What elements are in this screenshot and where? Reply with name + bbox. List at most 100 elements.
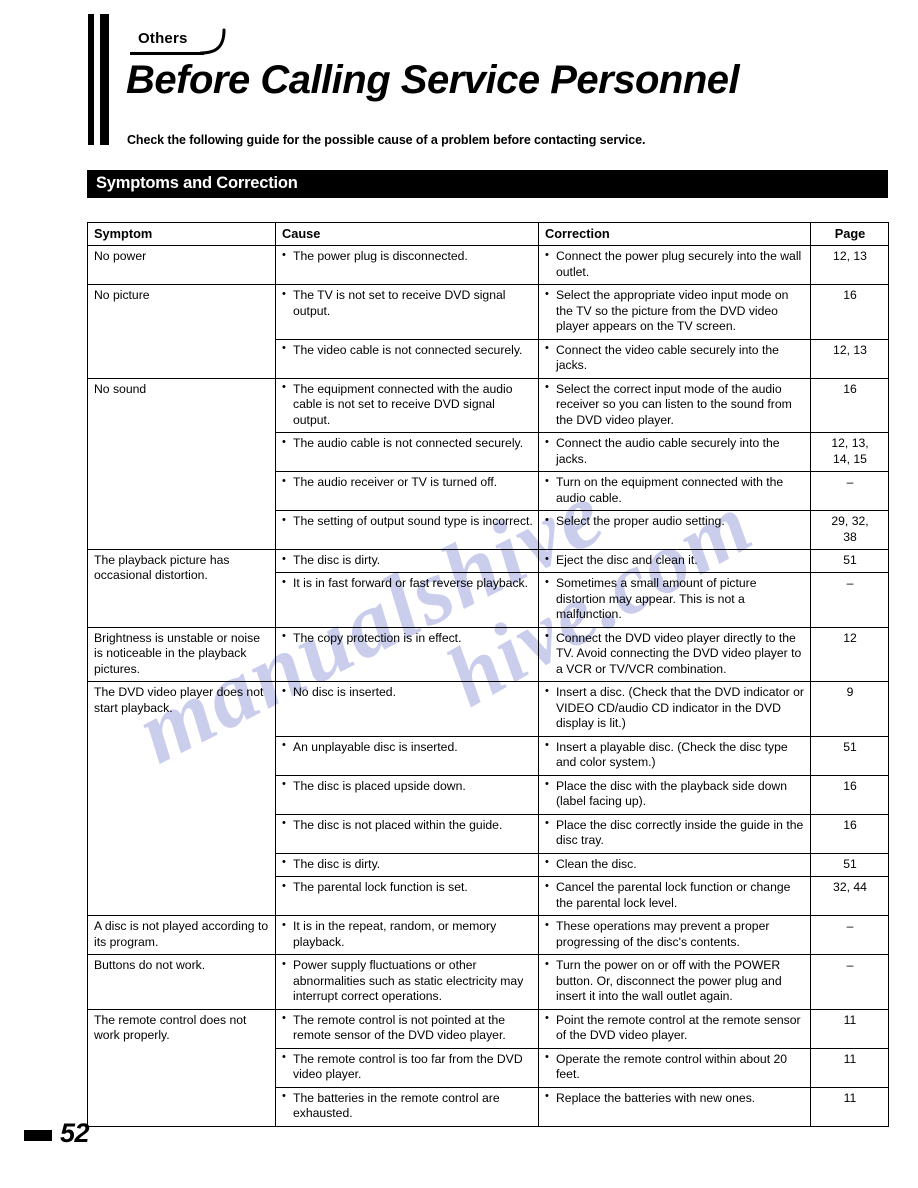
category-tag-underline [130,52,204,55]
cell-page-reference: 51 [810,735,889,776]
cause-bullet-text: The setting of output sound type is inco… [282,514,533,529]
table-row: No power The power plug is disconnected. C… [87,245,889,286]
correction-bullet-text: Cancel the parental lock function or cha… [545,880,805,911]
column-header-symptom: Symptom [87,221,276,247]
cause-bullet-text: The video cable is not connected securel… [282,342,533,358]
correction-bullet-text: Turn on the equipment connected with the… [545,475,805,506]
cell-correction: Place the disc correctly inside the guid… [538,813,811,854]
cell-cause: The audio cable is not connected securel… [275,432,539,473]
cell-correction: Place the disc with the playback side do… [538,774,811,815]
cause-bullet-text: It is in the repeat, random, or memory p… [282,919,533,950]
cell-cause: The parental lock function is set. [275,876,539,917]
cell-page-reference: 12, 13 [810,245,889,286]
cell-page-reference: 51 [810,852,889,878]
table-row: Brightness is unstable or noise is notic… [87,626,889,683]
table-row: The playback picture has occasional dist… [87,548,889,628]
correction-bullet-text: Operate the remote control within about … [545,1051,805,1083]
correction-bullet-text: Connect the DVD video player directly to… [545,630,805,677]
cell-page-reference: – [810,915,889,956]
cause-bullet-text: The disc is dirty. [282,856,533,872]
cause-bullet-text: The parental lock function is set. [282,880,533,895]
table-row: No soundThe equipment connected with the… [87,377,889,551]
table-row: The DVD video player does not start play… [87,681,889,917]
cell-cause: The audio receiver or TV is turned off. [275,471,539,512]
header-rule-bar-outer [88,14,94,145]
cause-bullet-text: The audio receiver or TV is turned off. [282,475,533,490]
cell-correction: Sometimes a small amount of picture dist… [538,572,811,628]
cell-cause: The power plug is disconnected. [275,245,539,286]
correction-bullet-text: Connect the video cable securely into th… [545,342,805,374]
cell-page-reference: 16 [810,774,889,815]
correction-bullet-text: Connect the power plug securely into the… [545,249,805,280]
cell-page-reference: 11 [810,1047,889,1088]
cell-cause: The disc is not placed within the guide. [275,813,539,854]
cause-bullet-text: The audio cable is not connected securel… [282,436,533,451]
correction-bullet-text: These operations may prevent a proper pr… [545,919,805,950]
cell-cause: The setting of output sound type is inco… [275,510,539,550]
correction-bullet-text: Turn the power on or off with the POWER … [545,958,805,1004]
cause-bullet-text: The batteries in the remote control are … [282,1090,533,1122]
correction-bullet-text: Point the remote control at the remote s… [545,1012,805,1044]
cell-correction: Insert a disc. (Check that the DVD indic… [538,681,811,737]
table-row: A disc is not played according to its pr… [87,915,889,956]
cause-bullet-text: An unplayable disc is inserted. [282,739,533,755]
cell-cause: Power supply fluctuations or other abnor… [275,954,539,1010]
category-tag-label: Others [138,30,188,47]
cell-correction: Turn on the equipment connected with the… [538,471,811,512]
cell-cause: The batteries in the remote control are … [275,1086,539,1127]
cell-symptom: A disc is not played according to its pr… [87,915,276,956]
page-subtitle: Check the following guide for the possib… [127,133,646,147]
cell-page-reference: – [810,954,889,1010]
cell-cause: The disc is dirty. [275,852,539,878]
cell-page-reference: 12, 13, 14, 15 [810,432,889,473]
correction-bullet-text: Place the disc correctly inside the guid… [545,817,805,849]
cell-cause: The equipment connected with the audio c… [275,377,539,434]
correction-bullet-text: Select the correct input mode of the aud… [545,381,805,428]
cell-correction: Insert a playable disc. (Check the disc … [538,735,811,776]
cell-symptom: No sound [87,377,276,551]
cell-symptom: No power [87,245,276,286]
cell-page-reference: 9 [810,681,889,737]
cell-symptom: Buttons do not work. [87,954,276,1010]
cell-correction: Eject the disc and clean it. [538,548,811,574]
footer-page-number: 52 [60,1118,90,1148]
correction-bullet-text: Eject the disc and clean it. [545,552,805,568]
cell-correction: Connect the power plug securely into the… [538,245,811,286]
column-header-correction: Correction [538,221,811,247]
cell-correction: These operations may prevent a proper pr… [538,915,811,956]
correction-bullet-text: Insert a disc. (Check that the DVD indic… [545,685,805,731]
cause-bullet-text: The power plug is disconnected. [282,249,533,264]
correction-bullet-text: Clean the disc. [545,856,805,872]
cause-bullet-text: The disc is dirty. [282,552,533,568]
cell-cause: It is in fast forward or fast reverse pl… [275,572,539,628]
cell-cause: The copy protection is in effect. [275,626,539,683]
cell-correction: Replace the batteries with new ones. [538,1086,811,1127]
cell-correction: Select the appropriate video input mode … [538,284,811,340]
table-row: The remote control does not work properl… [87,1008,889,1127]
cause-bullet-text: The copy protection is in effect. [282,630,533,646]
cell-page-reference: 51 [810,548,889,574]
cell-correction: Clean the disc. [538,852,811,878]
cause-bullet-text: The disc is not placed within the guide. [282,817,533,833]
cell-cause: The disc is placed upside down. [275,774,539,815]
page-header: Others Before Calling Service Personnel … [0,0,918,160]
cell-cause: The remote control is not pointed at the… [275,1008,539,1049]
correction-bullet-text: Insert a playable disc. (Check the disc … [545,739,805,771]
category-tag: Others [130,28,226,56]
table-row: Buttons do not work.Power supply fluctua… [87,954,889,1010]
cause-bullet-text: The equipment connected with the audio c… [282,381,533,428]
cell-page-reference: 12 [810,626,889,683]
section-banner: Symptoms and Correction [87,170,888,198]
category-tag-curve-icon [200,28,226,55]
cell-correction: Point the remote control at the remote s… [538,1008,811,1049]
cell-correction: Select the proper audio setting. [538,510,811,550]
cell-page-reference: 11 [810,1008,889,1049]
cause-bullet-text: No disc is inserted. [282,685,533,700]
correction-bullet-text: Select the proper audio setting. [545,514,805,529]
cell-correction: Turn the power on or off with the POWER … [538,954,811,1010]
table-header-row: Symptom Cause Correction Page [87,221,889,247]
footer-mark [24,1130,52,1141]
cell-symptom: The remote control does not work properl… [87,1008,276,1127]
column-header-page: Page [810,221,889,247]
cell-cause: An unplayable disc is inserted. [275,735,539,776]
